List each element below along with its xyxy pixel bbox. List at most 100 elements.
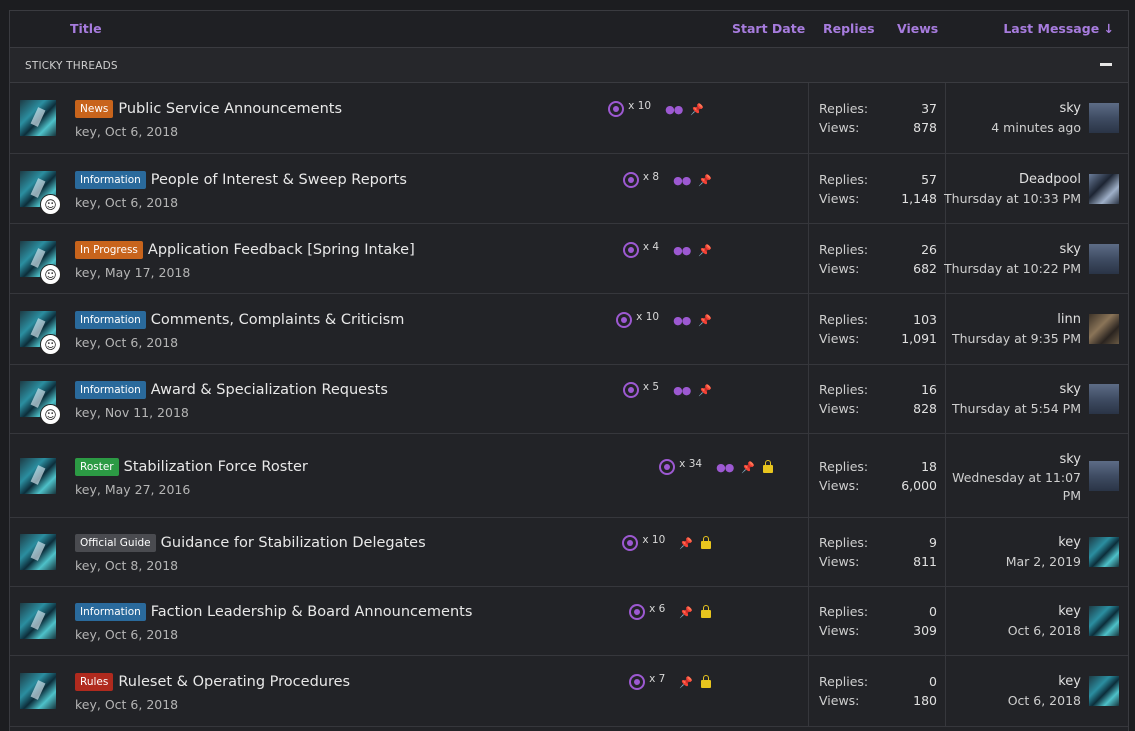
views-count: 878 — [913, 120, 937, 135]
thread-row[interactable]: Rules Ruleset & Operating Procedures key, … — [10, 656, 1128, 727]
last-poster-name[interactable]: key — [1058, 535, 1081, 550]
last-post-time[interactable]: Mar 2, 2019 — [941, 553, 1081, 571]
last-poster-name[interactable]: sky — [1059, 242, 1081, 257]
views-count: 1,148 — [901, 191, 937, 206]
last-poster-avatar[interactable] — [1089, 103, 1119, 133]
last-poster-avatar[interactable] — [1089, 174, 1119, 204]
sort-start-date[interactable]: Start Date — [732, 21, 805, 36]
author-avatar[interactable] — [20, 673, 56, 709]
watchers-icon[interactable] — [629, 604, 646, 620]
last-poster-name[interactable]: key — [1058, 604, 1081, 619]
last-poster-avatar[interactable] — [1089, 314, 1119, 344]
author-avatar[interactable] — [20, 100, 56, 136]
thread-title-link[interactable]: Guidance for Stabilization Delegates — [161, 535, 426, 551]
last-post-time[interactable]: Thursday at 10:33 PM — [941, 190, 1081, 208]
thread-prefix-tag[interactable]: Information — [75, 603, 146, 621]
binoculars-icon[interactable]: ●● — [716, 461, 734, 474]
watchers-icon[interactable] — [622, 242, 639, 258]
thread-row[interactable]: News Public Service Announcements key, Oct… — [10, 83, 1128, 154]
last-post-time[interactable]: 4 minutes ago — [941, 119, 1081, 137]
watchers-icon[interactable] — [659, 459, 676, 475]
last-poster-avatar[interactable] — [1089, 676, 1119, 706]
binoculars-icon[interactable]: ●● — [673, 314, 691, 327]
avatar-art — [30, 541, 46, 561]
thread-prefix-tag[interactable]: News — [75, 100, 114, 118]
binoculars-icon[interactable]: ●● — [665, 103, 683, 116]
last-poster-avatar[interactable] — [1089, 537, 1119, 567]
thread-author-date: key, May 17, 2018 — [75, 265, 191, 280]
last-poster-name[interactable]: Deadpool — [1019, 172, 1081, 187]
author-avatar[interactable] — [20, 603, 56, 639]
last-poster-avatar[interactable] — [1089, 244, 1119, 274]
replies-label: Replies: — [819, 242, 869, 257]
last-post-time[interactable]: Thursday at 10:22 PM — [941, 260, 1081, 278]
thread-row[interactable]: ☺ Information Comments, Complaints & Criti… — [10, 294, 1128, 365]
author-avatar[interactable]: ☺ — [20, 241, 61, 285]
author-avatar[interactable]: ☺ — [20, 311, 61, 355]
thread-row[interactable]: ☺ Information Award & Specialization Reque… — [10, 365, 1128, 434]
last-poster-name[interactable]: sky — [1059, 101, 1081, 116]
collapse-icon[interactable] — [1100, 63, 1112, 66]
binoculars-icon[interactable]: ●● — [673, 384, 691, 397]
last-poster-avatar[interactable] — [1089, 461, 1119, 491]
thread-prefix-tag[interactable]: Information — [75, 171, 146, 189]
last-message: sky Thursday at 10:22 PM — [944, 224, 1129, 293]
thread-row[interactable]: Roster Stabilization Force Roster key, May… — [10, 434, 1128, 518]
thread-status-icons: x 8 ●● 📌 — [622, 171, 720, 188]
thread-row[interactable]: ☺ In Progress Application Feedback [Spring… — [10, 224, 1128, 294]
thread-prefix-tag[interactable]: Roster — [75, 458, 119, 476]
thread-row[interactable]: ☺ Information People of Interest & Sweep R… — [10, 154, 1128, 224]
last-post-time[interactable]: Wednesday at 11:07 PM — [941, 469, 1081, 505]
thread-title-link[interactable]: People of Interest & Sweep Reports — [151, 172, 407, 188]
thread-title-link[interactable]: Award & Specialization Requests — [151, 382, 388, 398]
watchers-icon[interactable] — [622, 172, 639, 188]
replies-count: 9 — [929, 535, 937, 550]
thread-row[interactable]: Official Guide Guidance for Stabilization… — [10, 518, 1128, 587]
sort-last-message[interactable]: Last Message ↓ — [1003, 21, 1114, 36]
section-label: STICKY THREADS — [25, 60, 118, 72]
thread-title-link[interactable]: Stabilization Force Roster — [124, 459, 308, 475]
author-avatar[interactable]: ☺ — [20, 381, 61, 425]
last-message: key Mar 2, 2019 — [945, 518, 1129, 586]
thread-title-link[interactable]: Comments, Complaints & Criticism — [151, 312, 405, 328]
binoculars-icon[interactable]: ●● — [673, 244, 691, 257]
last-post-time[interactable]: Oct 6, 2018 — [941, 692, 1081, 710]
avatar-art — [30, 318, 46, 338]
watchers-icon[interactable] — [608, 101, 625, 117]
last-message: key Oct 6, 2018 — [945, 656, 1129, 726]
watchers-icon[interactable] — [622, 535, 639, 551]
thread-prefix-tag[interactable]: Rules — [75, 673, 114, 691]
last-poster-name[interactable]: sky — [1059, 382, 1081, 397]
last-post-time[interactable]: Oct 6, 2018 — [941, 622, 1081, 640]
watchers-count: x 34 — [679, 458, 703, 470]
thread-title-link[interactable]: Public Service Announcements — [118, 101, 342, 117]
watchers-count: x 10 — [636, 311, 660, 323]
author-avatar[interactable] — [20, 458, 56, 494]
watchers-icon[interactable] — [629, 674, 646, 690]
author-avatar[interactable]: ☺ — [20, 171, 61, 215]
watchers-icon[interactable] — [616, 312, 633, 328]
last-poster-name[interactable]: linn — [1057, 312, 1081, 327]
sort-views[interactable]: Views — [897, 21, 938, 36]
thread-prefix-tag[interactable]: Information — [75, 311, 146, 329]
last-poster-name[interactable]: key — [1058, 674, 1081, 689]
last-poster-avatar[interactable] — [1089, 384, 1119, 414]
thread-title-link[interactable]: Faction Leadership & Board Announcements — [151, 604, 473, 620]
watchers-icon[interactable] — [622, 382, 639, 398]
thread-prefix-tag[interactable]: Official Guide — [75, 534, 156, 552]
thread-title-link[interactable]: Ruleset & Operating Procedures — [118, 674, 350, 690]
thread-prefix-tag[interactable]: In Progress — [75, 241, 143, 259]
thread-author-date: key, Oct 6, 2018 — [75, 627, 179, 642]
thread-title-link[interactable]: Application Feedback [Spring Intake] — [148, 242, 415, 258]
sort-title[interactable]: Title — [70, 21, 102, 36]
sort-replies[interactable]: Replies — [823, 21, 875, 36]
thread-prefix-tag[interactable]: Information — [75, 381, 146, 399]
thread-row[interactable]: Information Faction Leadership & Board An… — [10, 587, 1128, 656]
author-avatar[interactable] — [20, 534, 56, 570]
last-message: sky Thursday at 5:54 PM — [945, 365, 1129, 433]
binoculars-icon[interactable]: ●● — [673, 174, 691, 187]
last-poster-avatar[interactable] — [1089, 606, 1119, 636]
last-poster-name[interactable]: sky — [1059, 452, 1081, 467]
last-post-time[interactable]: Thursday at 5:54 PM — [941, 400, 1081, 418]
last-post-time[interactable]: Thursday at 9:35 PM — [941, 330, 1081, 348]
